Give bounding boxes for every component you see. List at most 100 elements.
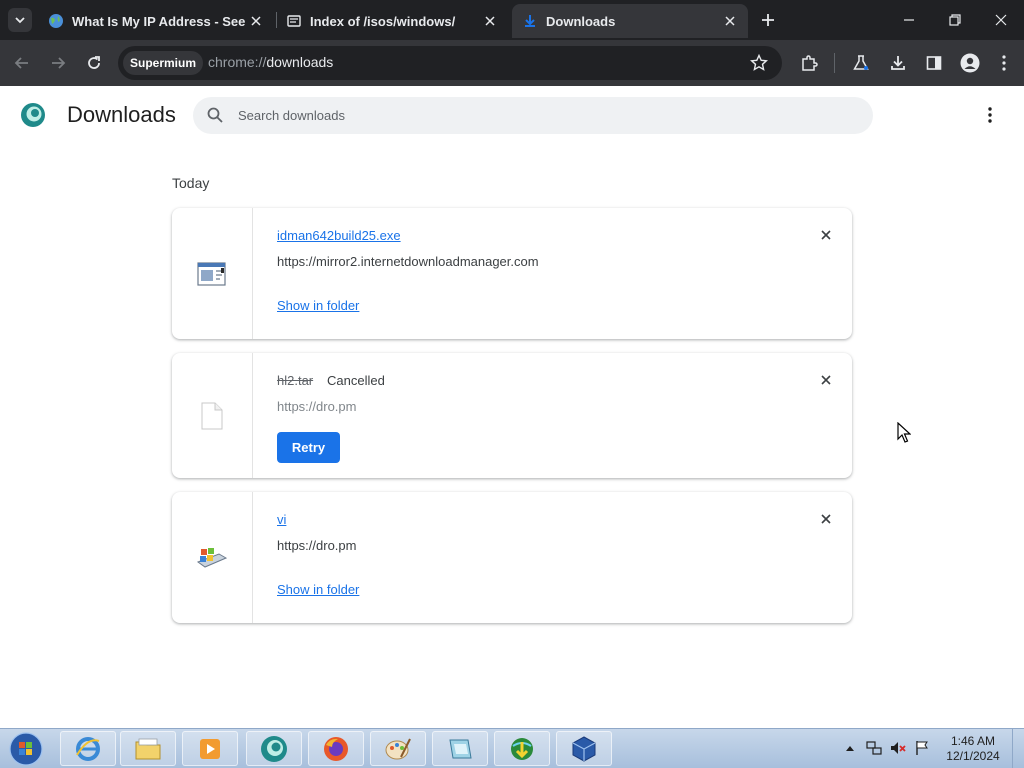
page-menu-button[interactable]	[980, 104, 1000, 126]
download-source-url: https://dro.pm	[277, 399, 357, 414]
download-filename-link[interactable]: vi	[277, 512, 286, 527]
show-in-folder-link[interactable]: Show in folder	[277, 298, 359, 313]
arrow-left-icon	[14, 57, 28, 69]
start-button[interactable]	[6, 731, 46, 767]
download-item: hl2.tar Cancelled https://dro.pm Retry	[172, 353, 852, 478]
extensions-button[interactable]	[797, 51, 821, 75]
tab-downloads[interactable]: Downloads	[512, 4, 748, 38]
download-icon	[891, 56, 905, 70]
minimize-icon	[904, 19, 914, 21]
search-input[interactable]	[238, 97, 838, 134]
paint-icon	[385, 738, 411, 759]
restore-button[interactable]	[932, 0, 978, 40]
show-desktop-button[interactable]	[1012, 729, 1024, 768]
network-tray-button[interactable]	[866, 740, 882, 756]
toolbar-divider	[834, 53, 835, 73]
tab-title: Downloads	[546, 13, 616, 29]
internet-explorer-icon	[76, 736, 100, 761]
close-icon	[821, 230, 831, 240]
tab-title: What Is My IP Address - See Y	[72, 13, 248, 29]
restore-icon	[949, 14, 961, 26]
taskbar-virtual-pc[interactable]	[432, 731, 488, 766]
close-icon[interactable]	[482, 13, 498, 29]
taskbar-virtualbox[interactable]	[556, 731, 612, 766]
downloads-button[interactable]	[886, 51, 910, 75]
download-filename-link[interactable]: idman642build25.exe	[277, 228, 401, 243]
taskbar-idm[interactable]	[494, 731, 550, 766]
download-source-url: https://dro.pm	[277, 538, 357, 553]
file-explorer-icon	[135, 738, 161, 759]
chevron-down-icon	[15, 17, 25, 24]
file-icon-column	[172, 353, 253, 478]
arrow-right-icon	[52, 57, 66, 69]
close-icon	[821, 375, 831, 385]
download-source-url: https://mirror2.internetdownloadmanager.…	[277, 254, 539, 269]
file-icon-column	[172, 208, 253, 339]
installer-icon	[197, 261, 226, 286]
close-icon	[821, 514, 831, 524]
network-icon	[866, 741, 882, 755]
avatar-icon	[960, 53, 980, 73]
profile-button[interactable]	[958, 51, 982, 75]
media-player-icon	[200, 738, 220, 759]
browser-menu-button[interactable]	[992, 51, 1016, 75]
url-text[interactable]: chrome://downloads	[208, 54, 333, 70]
remove-download-button[interactable]	[818, 227, 834, 243]
close-icon	[995, 14, 1007, 26]
tab-index-isos[interactable]: Index of /isos/windows/	[276, 4, 508, 38]
blank-file-icon	[201, 402, 223, 429]
windows-taskbar: 1:46 AM 12/1/2024	[0, 728, 1024, 768]
search-downloads-box[interactable]	[193, 97, 873, 134]
side-panel-icon	[926, 56, 942, 70]
tab-search-button[interactable]	[8, 8, 32, 32]
site-chip[interactable]: Supermium	[123, 51, 204, 75]
show-hidden-icons-button[interactable]	[842, 740, 858, 756]
address-bar[interactable]: Supermium chrome://downloads	[118, 46, 782, 80]
taskbar-clock[interactable]: 1:46 AM 12/1/2024	[940, 734, 1006, 764]
windows-app-icon	[196, 547, 228, 568]
show-in-folder-link[interactable]: Show in folder	[277, 582, 359, 597]
taskbar-media-player[interactable]	[182, 731, 238, 766]
page-title: Downloads	[67, 102, 176, 127]
kebab-menu-icon	[988, 107, 992, 123]
download-status: Cancelled	[327, 373, 385, 388]
taskbar-paint[interactable]	[370, 731, 426, 766]
taskbar-internet-explorer[interactable]	[60, 731, 116, 766]
remove-download-button[interactable]	[818, 372, 834, 388]
forward-button[interactable]	[46, 51, 70, 75]
action-center-tray-button[interactable]	[914, 740, 930, 756]
volume-tray-button[interactable]	[890, 740, 906, 756]
reload-icon	[88, 56, 100, 69]
url-scheme: chrome://	[208, 54, 267, 70]
directory-icon	[287, 15, 301, 27]
virtual-pc-icon	[449, 739, 472, 758]
tab-ip-address[interactable]: What Is My IP Address - See Y	[38, 4, 274, 38]
close-window-button[interactable]	[978, 0, 1024, 40]
minimize-button[interactable]	[886, 0, 932, 40]
new-tab-button[interactable]	[758, 10, 778, 30]
remove-download-button[interactable]	[818, 511, 834, 527]
taskbar-file-explorer[interactable]	[120, 731, 176, 766]
download-item: idman642build25.exe https://mirror2.inte…	[172, 208, 852, 339]
file-icon-column	[172, 492, 253, 623]
retry-button[interactable]: Retry	[277, 432, 340, 463]
idm-icon	[511, 737, 533, 760]
close-icon[interactable]	[248, 13, 264, 29]
labs-button[interactable]	[849, 51, 873, 75]
taskbar-firefox[interactable]	[308, 731, 364, 766]
taskbar-supermium[interactable]	[246, 731, 302, 766]
flag-icon	[916, 741, 928, 755]
side-panel-button[interactable]	[922, 51, 946, 75]
back-button[interactable]	[10, 51, 34, 75]
firefox-icon	[324, 736, 348, 761]
clock-date: 12/1/2024	[946, 749, 1000, 763]
url-host: downloads	[266, 54, 334, 70]
download-item: vi https://dro.pm Show in folder	[172, 492, 852, 623]
search-icon	[207, 107, 223, 123]
star-icon[interactable]	[750, 54, 768, 72]
reload-button[interactable]	[82, 51, 106, 75]
mouse-cursor-icon	[897, 422, 911, 443]
download-icon	[525, 15, 535, 27]
close-icon[interactable]	[722, 13, 738, 29]
download-filename: hl2.tar	[277, 373, 314, 388]
